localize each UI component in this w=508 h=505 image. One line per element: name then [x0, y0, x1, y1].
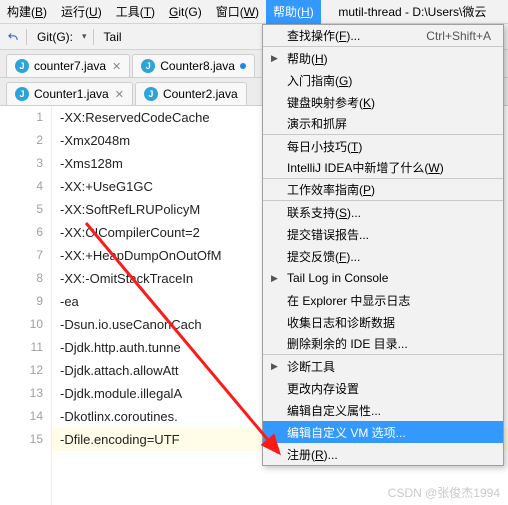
menu-item[interactable]: 更改内存设置 — [263, 377, 503, 399]
menu-item[interactable]: ▶ 帮助(H) — [263, 47, 503, 69]
menu-item[interactable]: 工作效率指南(P) — [263, 179, 503, 201]
menu-item-label: 帮助(H) — [287, 50, 328, 67]
close-icon[interactable]: ✕ — [115, 88, 124, 101]
tab-label: Counter8.java — [160, 59, 235, 73]
line-number: 13 — [0, 382, 43, 405]
separator — [26, 29, 27, 45]
tail-label[interactable]: Tail — [100, 30, 126, 44]
close-icon[interactable]: ✕ — [112, 60, 121, 73]
menu-item-label: 编辑自定义 VM 选项... — [287, 424, 406, 441]
menu-item[interactable]: ▶ 诊断工具 — [263, 355, 503, 377]
menu-item[interactable]: 入门指南(G) — [263, 69, 503, 91]
menu-item-label: 在 Explorer 中显示日志 — [287, 292, 410, 309]
separator — [93, 29, 94, 45]
menu-item[interactable]: 构建(B) — [0, 0, 54, 24]
menu-item-label: 收集日志和诊断数据 — [287, 314, 395, 331]
menu-item-label: 删除剩余的 IDE 目录... — [287, 335, 408, 352]
line-number: 3 — [0, 152, 43, 175]
gutter: 123456789101112131415 — [0, 106, 52, 505]
menu-item[interactable]: 提交反馈(F)... — [263, 245, 503, 267]
line-number: 4 — [0, 175, 43, 198]
java-file-icon: J — [141, 59, 155, 73]
menu-item[interactable]: 删除剩余的 IDE 目录... — [263, 333, 503, 355]
git-label: Git(G): — [33, 30, 77, 44]
menu-item-label: 编辑自定义属性... — [287, 402, 381, 419]
menu-item[interactable]: IntelliJ IDEA中新增了什么(W) — [263, 157, 503, 179]
editor-tab[interactable]: Jcounter7.java ✕ — [6, 54, 130, 77]
undo-icon[interactable] — [6, 30, 20, 44]
tab-label: counter7.java — [34, 59, 106, 73]
line-number: 2 — [0, 129, 43, 152]
java-file-icon: J — [15, 59, 29, 73]
menu-item-label: IntelliJ IDEA中新增了什么(W) — [287, 159, 444, 176]
menu-item-label: 提交错误报告... — [287, 226, 369, 243]
line-number: 11 — [0, 336, 43, 359]
menu-item-label: 更改内存设置 — [287, 380, 359, 397]
tab-label: Counter1.java — [34, 87, 109, 101]
line-number: 1 — [0, 106, 43, 129]
menu-item-label: 演示和抓屏 — [287, 115, 347, 132]
tab-label: Counter2.java — [163, 87, 238, 101]
menu-item[interactable]: 联系支持(S)... — [263, 201, 503, 223]
menu-item[interactable]: 编辑自定义属性... — [263, 399, 503, 421]
menu-item[interactable]: 提交错误报告... — [263, 223, 503, 245]
menubar: 构建(B)运行(U)工具(T)Git(G)窗口(W)帮助(H)mutil-thr… — [0, 0, 508, 24]
submenu-arrow-icon: ▶ — [271, 361, 278, 372]
menu-item-label: 每日小技巧(T) — [287, 138, 362, 155]
menu-item-label: 工作效率指南(P) — [287, 181, 375, 198]
modified-dot-icon — [240, 63, 246, 69]
chevron-down-icon[interactable]: ▾ — [80, 31, 87, 42]
line-number: 10 — [0, 313, 43, 336]
line-number: 7 — [0, 244, 43, 267]
menu-item[interactable]: 工具(T) — [109, 0, 162, 24]
submenu-arrow-icon: ▶ — [271, 53, 278, 64]
editor-tab[interactable]: J Counter2.java — [135, 82, 247, 105]
menu-item[interactable]: 每日小技巧(T) — [263, 135, 503, 157]
menu-item[interactable]: 收集日志和诊断数据 — [263, 311, 503, 333]
menu-item[interactable]: 运行(U) — [54, 0, 109, 24]
line-number: 15 — [0, 428, 43, 451]
menu-item-label: 诊断工具 — [287, 358, 335, 375]
window-title: mutil-thread - D:\Users\微云 — [321, 3, 508, 20]
menu-item-label: 入门指南(G) — [287, 72, 352, 89]
menu-item[interactable]: ▶ Tail Log in Console — [263, 267, 503, 289]
line-number: 9 — [0, 290, 43, 313]
line-number: 5 — [0, 198, 43, 221]
menu-item[interactable]: 演示和抓屏 — [263, 113, 503, 135]
menu-item[interactable]: 帮助(H) — [266, 0, 321, 24]
editor-tab[interactable]: J Counter1.java ✕ — [6, 82, 133, 105]
menu-item-label: Tail Log in Console — [287, 271, 388, 285]
menu-item[interactable]: 编辑自定义 VM 选项... — [263, 421, 503, 443]
menu-item-label: 键盘映射参考(K) — [287, 94, 375, 111]
line-number: 6 — [0, 221, 43, 244]
menu-item[interactable]: Git(G) — [162, 0, 209, 24]
menu-item-label: 注册(R)... — [287, 446, 338, 463]
line-number: 8 — [0, 267, 43, 290]
line-number: 12 — [0, 359, 43, 382]
menu-item-label: 联系支持(S)... — [287, 204, 361, 221]
watermark: CSDN @张俊杰1994 — [388, 484, 500, 501]
menu-item[interactable]: 键盘映射参考(K) — [263, 91, 503, 113]
menu-item-label: 查找操作(F)... — [287, 27, 360, 44]
java-file-icon: J — [144, 87, 158, 101]
submenu-arrow-icon: ▶ — [271, 273, 278, 284]
menu-item[interactable]: 窗口(W) — [209, 0, 266, 24]
line-number: 14 — [0, 405, 43, 428]
menu-item-label: 提交反馈(F)... — [287, 248, 360, 265]
help-menu: 查找操作(F)... Ctrl+Shift+A ▶ 帮助(H) 入门指南(G) 键盘映射参… — [262, 24, 504, 466]
menu-item[interactable]: 在 Explorer 中显示日志 — [263, 289, 503, 311]
editor-tab[interactable]: J Counter8.java — [132, 54, 255, 77]
hotkey-label: Ctrl+Shift+A — [426, 29, 491, 43]
menu-item[interactable]: 查找操作(F)... Ctrl+Shift+A — [263, 25, 503, 47]
menu-item[interactable]: 注册(R)... — [263, 443, 503, 465]
java-file-icon: J — [15, 87, 29, 101]
